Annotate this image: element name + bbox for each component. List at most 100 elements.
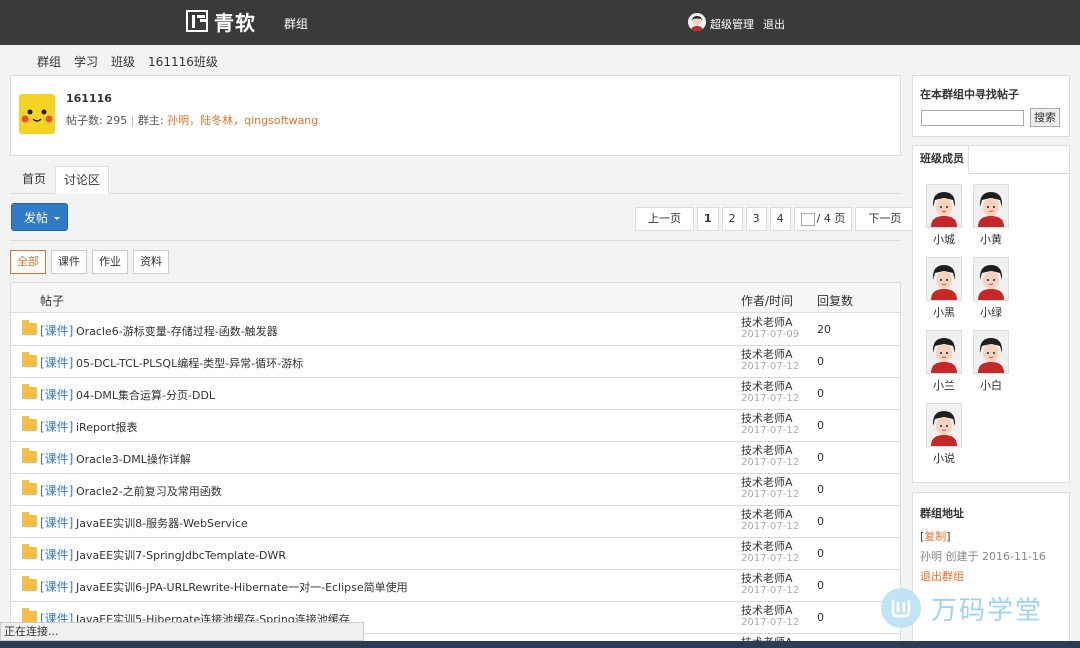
post-category-link[interactable]: [课件] (40, 482, 73, 499)
post-author[interactable]: 技术老师A (741, 509, 793, 521)
table-row[interactable]: [课件] Oracle2-之前复习及常用函数 技术老师A 2017-07-12 0 (11, 474, 900, 506)
owner-label: 群主: (137, 114, 164, 127)
member-card[interactable]: 小兰 (926, 330, 962, 393)
member-name[interactable]: 小白 (973, 377, 1009, 393)
table-row[interactable]: [课件] iReport报表 技术老师A 2017-07-12 0 (11, 410, 900, 442)
member-name[interactable]: 小黑 (926, 304, 962, 320)
post-reply-count: 0 (817, 611, 824, 624)
table-row[interactable]: [课件] Oracle3-DML操作详解 技术老师A 2017-07-12 0 (11, 442, 900, 474)
filter-courseware[interactable]: 课件 (51, 250, 87, 274)
member-name[interactable]: 小绿 (973, 304, 1009, 320)
new-post-button[interactable]: 发帖 (11, 203, 68, 231)
post-category-link[interactable]: [课件] (40, 546, 73, 563)
page-button-4[interactable]: 4 (769, 207, 791, 231)
member-avatar[interactable] (926, 184, 962, 228)
member-card[interactable]: 小说 (926, 403, 962, 466)
post-title-link[interactable]: 04-DML集合运算-分页-DDL (76, 387, 215, 403)
post-author[interactable]: 技术老师A (741, 381, 793, 393)
post-title-link[interactable]: Oracle2-之前复习及常用函数 (76, 483, 222, 499)
table-row[interactable]: [课件] Oracle6-游标变量-存储过程-函数-触发器 技术老师A 2017-07… (11, 314, 900, 346)
member-avatar[interactable] (926, 257, 962, 301)
post-author[interactable]: 技术老师A (741, 349, 793, 361)
post-category-link[interactable]: [课件] (40, 514, 73, 531)
page-button-1[interactable]: 1 (697, 207, 719, 231)
post-category-link[interactable]: [课件] (40, 418, 73, 435)
header-replies: 回复数 (817, 294, 854, 308)
table-row[interactable]: [课件] JavaEE实训6-JPA-URLRewrite-Hibernate一对… (11, 570, 900, 602)
search-input[interactable] (921, 110, 1024, 126)
search-button[interactable]: 搜索 (1030, 108, 1060, 127)
table-row[interactable]: [课件] JavaEE实训7-SpringJdbcTemplate-DWR 技术老师… (11, 538, 900, 570)
table-row[interactable]: [课件] JavaEE实训8-服务器-WebService 技术老师A 2017-07… (11, 506, 900, 538)
table-row[interactable]: [课件] 05-DCL-TCL-PLSQL编程-类型-异常-循环-游标 技术老师A 2… (11, 346, 900, 378)
breadcrumb-item-current[interactable]: 161116班级 (148, 53, 218, 70)
post-title-link[interactable]: iReport报表 (76, 419, 138, 435)
exit-group-link[interactable]: 退出群组 (920, 568, 964, 584)
tab-home[interactable]: 首页 (14, 166, 54, 194)
watermark-logo-icon (881, 588, 921, 628)
breadcrumb-item-class[interactable]: 班级 (111, 53, 135, 70)
post-author[interactable]: 技术老师A (741, 573, 793, 585)
post-author[interactable]: 技术老师A (741, 317, 793, 329)
member-avatar[interactable] (973, 257, 1009, 301)
post-date: 2017-07-12 (741, 457, 800, 468)
nav-groups-link[interactable]: 群组 (284, 15, 308, 32)
logout-link[interactable]: 退出 (763, 16, 785, 32)
breadcrumb-item-study[interactable]: 学习 (74, 53, 98, 70)
pagination: 上一页 1 2 3 4 / 4 页 下一页 (635, 207, 915, 231)
member-card[interactable]: 小白 (973, 330, 1009, 393)
prev-page-button[interactable]: 上一页 (635, 207, 694, 231)
member-card[interactable]: 小城 (926, 184, 962, 247)
breadcrumb-item-groups[interactable]: 群组 (37, 53, 61, 70)
group-owners[interactable]: 孙明，陆冬林，qingsoftwang (167, 114, 318, 127)
table-row[interactable]: [课件] 04-DML集合运算-分页-DDL 技术老师A 2017-07-12 0 (11, 378, 900, 410)
post-author[interactable]: 技术老师A (741, 605, 793, 617)
post-category-link[interactable]: [课件] (40, 578, 73, 595)
site-logo[interactable]: 青软 (186, 7, 256, 35)
post-title-link[interactable]: 05-DCL-TCL-PLSQL编程-类型-异常-循环-游标 (76, 355, 303, 371)
page-button-2[interactable]: 2 (721, 207, 743, 231)
address-title: 群组地址 (920, 507, 964, 520)
user-name-link[interactable]: 超级管理 (710, 16, 754, 32)
member-card[interactable]: 小黄 (973, 184, 1009, 247)
breadcrumb: 群组 学习 班级 161116班级 (37, 53, 218, 70)
user-avatar[interactable] (688, 13, 706, 31)
post-title-link[interactable]: Oracle6-游标变量-存储过程-函数-触发器 (76, 323, 278, 339)
member-avatar[interactable] (973, 184, 1009, 228)
tab-discussion[interactable]: 讨论区 (55, 166, 110, 194)
header-post: 帖子 (40, 294, 65, 308)
post-title-link[interactable]: JavaEE实训8-服务器-WebService (76, 515, 248, 531)
header-author: 作者/时间 (741, 294, 794, 308)
post-reply-count: 0 (817, 387, 824, 400)
post-category-link[interactable]: [课件] (40, 322, 73, 339)
copy-link[interactable]: 复制 (924, 530, 946, 543)
post-category-link[interactable]: [课件] (40, 354, 73, 371)
tab-members[interactable]: 班级成员 (913, 146, 969, 174)
post-title-link[interactable]: JavaEE实训7-SpringJdbcTemplate-DWR (76, 547, 286, 563)
post-author[interactable]: 技术老师A (741, 413, 793, 425)
member-avatar[interactable] (926, 403, 962, 447)
post-author[interactable]: 技术老师A (741, 445, 793, 457)
page-button-3[interactable]: 3 (745, 207, 767, 231)
page-jump-input[interactable] (800, 212, 815, 226)
copy-link-wrap: [复制] (920, 530, 951, 543)
member-name[interactable]: 小城 (926, 231, 962, 247)
filter-materials[interactable]: 资料 (133, 250, 169, 274)
post-title-link[interactable]: Oracle3-DML操作详解 (76, 451, 191, 467)
member-avatar[interactable] (973, 330, 1009, 374)
post-author[interactable]: 技术老师A (741, 541, 793, 553)
member-name[interactable]: 小兰 (926, 377, 962, 393)
post-title-link[interactable]: JavaEE实训6-JPA-URLRewrite-Hibernate一对一-Ec… (76, 579, 408, 595)
member-card[interactable]: 小黑 (926, 257, 962, 320)
post-author[interactable]: 技术老师A (741, 477, 793, 489)
filter-homework[interactable]: 作业 (92, 250, 128, 274)
next-page-button[interactable]: 下一页 (855, 207, 915, 231)
member-name[interactable]: 小说 (926, 450, 962, 466)
member-avatar[interactable] (926, 330, 962, 374)
post-category-link[interactable]: [课件] (40, 450, 73, 467)
new-post-label: 发帖 (24, 211, 49, 225)
member-card[interactable]: 小绿 (973, 257, 1009, 320)
post-category-link[interactable]: [课件] (40, 386, 73, 403)
filter-all[interactable]: 全部 (10, 250, 46, 274)
member-name[interactable]: 小黄 (973, 231, 1009, 247)
